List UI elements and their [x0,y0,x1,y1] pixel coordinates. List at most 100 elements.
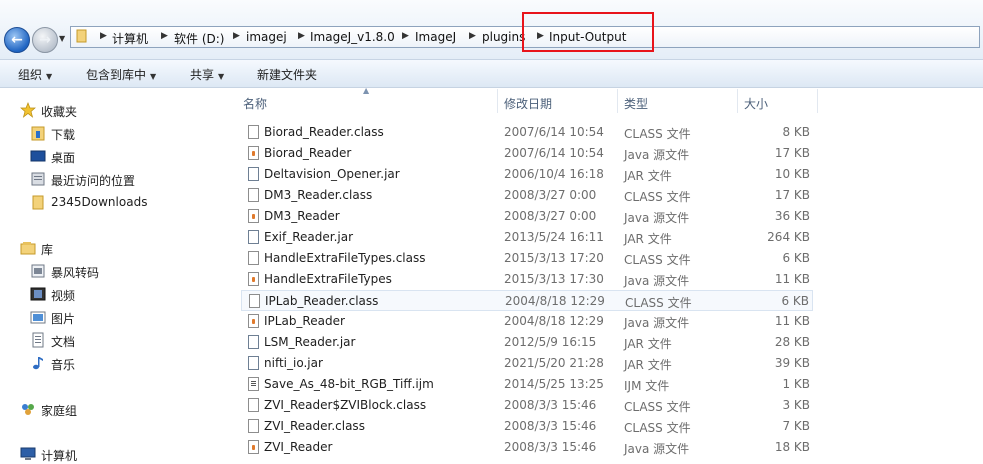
breadcrumb-item-imagej-version[interactable]: ImageJ_v1.8.0 [310,30,395,44]
video-icon [30,287,46,301]
forward-button[interactable]: → [32,27,58,53]
file-date: 2013/5/24 16:11 [504,230,604,244]
file-type: CLASS 文件 [625,296,692,310]
library-folder-icon [31,264,45,278]
file-row[interactable]: HandleExtraFileTypes 2015/3/13 17:30 Java … [241,269,813,290]
file-size: 1 KB [782,377,810,391]
file-row[interactable]: IPLab_Reader 2004/8/18 12:29 Java 源文件 11 KB [241,311,813,332]
java-file-icon [248,314,259,328]
file-row[interactable]: Save_As_48-bit_RGB_Tiff.ijm 2014/5/25 13:… [241,374,813,395]
column-divider[interactable] [497,89,498,113]
file-row[interactable]: DM3_Reader.class 2008/3/27 0:00 CLASS 文件 17… [241,185,813,206]
sidebar-item-label: 计算机 [41,449,78,463]
computer-icon [20,447,36,460]
file-name: IPLab_Reader.class [265,294,379,308]
file-name: HandleExtraFileTypes.class [264,251,426,265]
class-file-icon [248,125,259,139]
sidebar-item-label: 家庭组 [41,404,78,418]
file-date: 2021/5/20 21:28 [504,356,604,370]
column-divider[interactable] [617,89,618,113]
file-type: Java 源文件 [624,211,690,225]
file-row[interactable]: Exif_Reader.jar 2013/5/24 16:11 JAR 文件 264 … [241,227,813,248]
sidebar-item-label: 最近访问的位置 [51,174,136,188]
breadcrumb-item-drive[interactable]: 软件 (D:) [174,30,224,47]
file-type: CLASS 文件 [624,421,691,435]
java-file-icon [248,272,259,286]
file-row[interactable]: IPLab_Reader.class 2004/8/18 12:29 CLASS 文… [241,290,813,311]
file-row[interactable]: nifti_io.jar 2021/5/20 21:28 JAR 文件 39 KB [241,353,813,374]
file-name: Save_As_48-bit_RGB_Tiff.ijm [264,377,434,391]
column-header-type[interactable]: 类型 [624,95,648,112]
sidebar-item-label: 收藏夹 [41,105,78,119]
file-row[interactable]: ZVI_Reader$ZVIBlock.class 2008/3/3 15:46 C… [241,395,813,416]
column-header-size[interactable]: 大小 [744,95,768,112]
chevron-down-icon: ▼ [46,72,53,81]
file-row[interactable]: DM3_Reader 2008/3/27 0:00 Java 源文件 36 KB [241,206,813,227]
breadcrumb-separator-icon[interactable]: ▶ [402,31,409,41]
file-date: 2004/8/18 12:29 [505,294,605,308]
include-in-library-button[interactable]: 包含到库中 ▼ [86,66,156,83]
breadcrumb-item-imagej[interactable]: imagej [246,30,287,44]
recent-places-icon [31,172,45,186]
file-row[interactable]: LSM_Reader.jar 2012/5/9 16:15 JAR 文件 28 KB [241,332,813,353]
class-file-icon [248,251,259,265]
column-divider[interactable] [737,89,738,113]
jar-file-icon [248,167,259,181]
file-date: 2008/3/27 0:00 [504,209,597,223]
jar-file-icon [248,230,259,244]
file-size: 7 KB [782,419,810,433]
file-name: HandleExtraFileTypes [264,272,392,286]
file-size: 8 KB [782,125,810,139]
new-folder-button[interactable]: 新建文件夹 [257,66,317,83]
file-size: 28 KB [774,335,810,349]
file-row[interactable]: HandleExtraFileTypes.class 2015/3/13 17:2… [241,248,813,269]
breadcrumb-separator-icon[interactable]: ▶ [233,31,240,41]
share-button[interactable]: 共享 ▼ [190,66,224,83]
breadcrumb-separator-icon[interactable]: ▶ [469,31,476,41]
breadcrumb-item-computer[interactable]: 计算机 [112,30,148,47]
file-name: Deltavision_Opener.jar [264,167,400,181]
column-divider[interactable] [817,89,818,113]
file-row[interactable]: Biorad_Reader 2007/6/14 10:54 Java 源文件 17 K… [241,143,813,164]
breadcrumb-item-imagej-app[interactable]: ImageJ [415,30,456,44]
java-file-icon [248,209,259,223]
file-date: 2006/10/4 16:18 [504,167,604,181]
pictures-icon [30,311,46,324]
file-type: Java 源文件 [624,148,690,162]
file-type: IJM 文件 [624,379,670,393]
column-header-name[interactable]: 名称 [243,95,267,112]
file-name: IPLab_Reader [264,314,345,328]
breadcrumb-separator-icon[interactable]: ▶ [161,31,168,41]
jar-file-icon [248,356,259,370]
column-header-modified[interactable]: 修改日期 [504,95,552,112]
file-name: Biorad_Reader [264,146,352,160]
sidebar-item-label: 2345Downloads [51,195,148,209]
breadcrumb-separator-icon[interactable]: ▶ [100,31,107,41]
file-name: DM3_Reader.class [264,188,373,202]
file-name: Exif_Reader.jar [264,230,354,244]
file-row[interactable]: Deltavision_Opener.jar 2006/10/4 16:18 JAR… [241,164,813,185]
library-icon [20,242,36,255]
class-file-icon [249,294,260,308]
arrow-right-icon: → [39,32,51,48]
file-type: Java 源文件 [624,442,690,456]
file-name: LSM_Reader.jar [264,335,356,349]
organize-button[interactable]: 组织 ▼ [18,66,52,83]
file-row[interactable]: ZVI_Reader 2008/3/3 15:46 Java 源文件 18 KB [241,437,813,458]
organize-label: 组织 [18,68,43,82]
sidebar-item-label: 库 [41,243,54,257]
include-in-library-label: 包含到库中 [86,68,147,82]
file-row[interactable]: ZVI_Reader.class 2008/3/3 15:46 CLASS 文件 7 … [241,416,813,437]
sidebar-item-label: 图片 [51,312,76,326]
sort-ascending-icon: ▲ [363,86,370,95]
file-type: JAR 文件 [624,337,672,351]
breadcrumb-item-plugins[interactable]: plugins [482,30,525,44]
file-size: 11 KB [774,314,810,328]
file-row[interactable]: Biorad_Reader.class 2007/6/14 10:54 CLASS … [241,122,813,143]
recent-pages-dropdown[interactable]: ▼ [59,34,67,44]
back-button[interactable]: ← [4,27,30,53]
file-date: 2012/5/9 16:15 [504,335,597,349]
file-date: 2008/3/3 15:46 [504,398,597,412]
breadcrumb-separator-icon[interactable]: ▶ [298,31,305,41]
arrow-left-icon: ← [11,32,23,48]
